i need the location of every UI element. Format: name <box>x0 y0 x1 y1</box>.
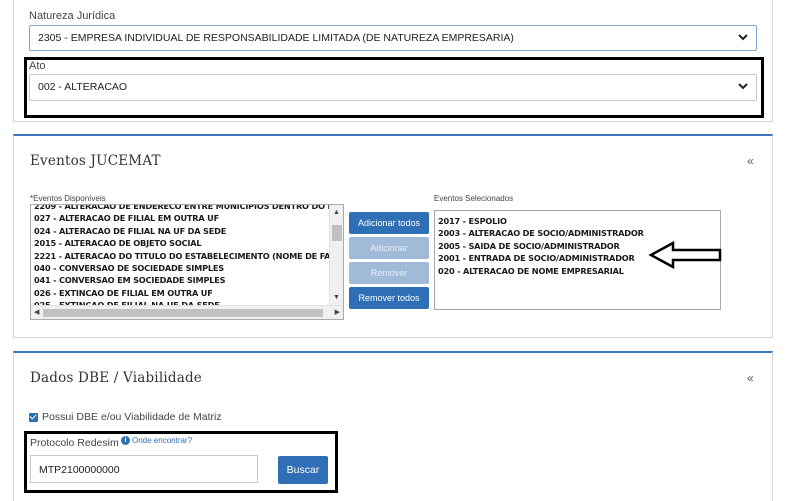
possui-dbe-label: Possui DBE e/ou Viabilidade de Matriz <box>42 411 222 423</box>
eventos-disponiveis-list[interactable]: 2209 - ALTERACAO DE ENDERECO ENTRE MUNIC… <box>30 204 344 320</box>
buscar-button[interactable]: Buscar <box>278 456 328 484</box>
scroll-up-icon[interactable]: ▲ <box>333 209 340 216</box>
remover-button[interactable]: Remover <box>349 262 429 284</box>
eventos-title: Eventos JUCEMAT <box>30 153 161 169</box>
scrollbar-thumb[interactable] <box>43 309 323 317</box>
dbe-title: Dados DBE / Viabilidade <box>30 370 202 386</box>
eventos-collapse-icon[interactable]: « <box>747 154 754 168</box>
list-item[interactable]: 2003 - ALTERACAO DE SOCIO/ADMINISTRADOR <box>435 227 720 239</box>
natureza-value: 2305 - EMPRESA INDIVIDUAL DE RESPONSABIL… <box>38 32 514 44</box>
list-item[interactable]: 2015 - ALTERACAO DE OBJETO SOCIAL <box>31 237 329 249</box>
remover-todos-button[interactable]: Remover todos <box>349 287 429 309</box>
list-item[interactable]: 024 - ALTERACAO DE FILIAL NA UF DA SEDE <box>31 225 329 237</box>
onde-encontrar-link[interactable]: Onde encontrar? <box>132 436 192 445</box>
possui-dbe-checkbox[interactable] <box>29 413 38 422</box>
arrow-left-icon <box>648 240 722 270</box>
list-item[interactable]: 2209 - ALTERACAO DE ENDERECO ENTRE MUNIC… <box>31 205 343 212</box>
list-item[interactable]: 026 - EXTINCAO DE FILIAL EM OUTRA UF <box>31 287 329 299</box>
list-item[interactable]: 040 - CONVERSAO DE SOCIEDADE SIMPLES <box>31 262 329 274</box>
scroll-left-icon[interactable]: ◀ <box>34 308 39 316</box>
natureza-label: Natureza Jurídica <box>29 10 116 22</box>
natureza-select[interactable]: 2305 - EMPRESA INDIVIDUAL DE RESPONSABIL… <box>29 25 757 51</box>
vertical-scrollbar[interactable]: ▲ ▼ <box>329 205 343 305</box>
protocolo-label: Protocolo Redesim <box>30 437 119 449</box>
disponiveis-label: *Eventos Disponíveis <box>30 194 106 203</box>
protocolo-value: MTP2100000000 <box>39 464 120 476</box>
horizontal-scrollbar[interactable]: ◀ ▶ <box>31 305 343 319</box>
scroll-down-icon[interactable]: ▼ <box>333 294 340 301</box>
adicionar-todos-button[interactable]: Adicionar todos <box>349 212 429 234</box>
info-icon: i <box>121 436 130 445</box>
list-item[interactable]: 027 - ALTERACAO DE FILIAL EM OUTRA UF <box>31 212 329 224</box>
list-item[interactable]: 2221 - ALTERACAO DO TITULO DO ESTABELECI… <box>31 250 343 262</box>
dbe-collapse-icon[interactable]: « <box>747 371 754 385</box>
selecionados-label: Eventos Selecionados <box>434 194 514 203</box>
list-item[interactable]: 041 - CONVERSAO EM SOCIEDADE SIMPLES <box>31 274 329 286</box>
list-item[interactable]: 2017 - ESPOLIO <box>435 215 720 227</box>
chevron-down-icon <box>738 34 748 41</box>
eventos-panel: Eventos JUCEMAT « *Eventos Disponíveis E… <box>13 134 773 338</box>
protocolo-input[interactable]: MTP2100000000 <box>30 455 258 483</box>
scrollbar-thumb[interactable] <box>332 225 342 241</box>
scroll-right-icon[interactable]: ▶ <box>335 308 340 316</box>
adicionar-button[interactable]: Adicionar <box>349 237 429 259</box>
ato-highlight-box <box>24 57 764 118</box>
